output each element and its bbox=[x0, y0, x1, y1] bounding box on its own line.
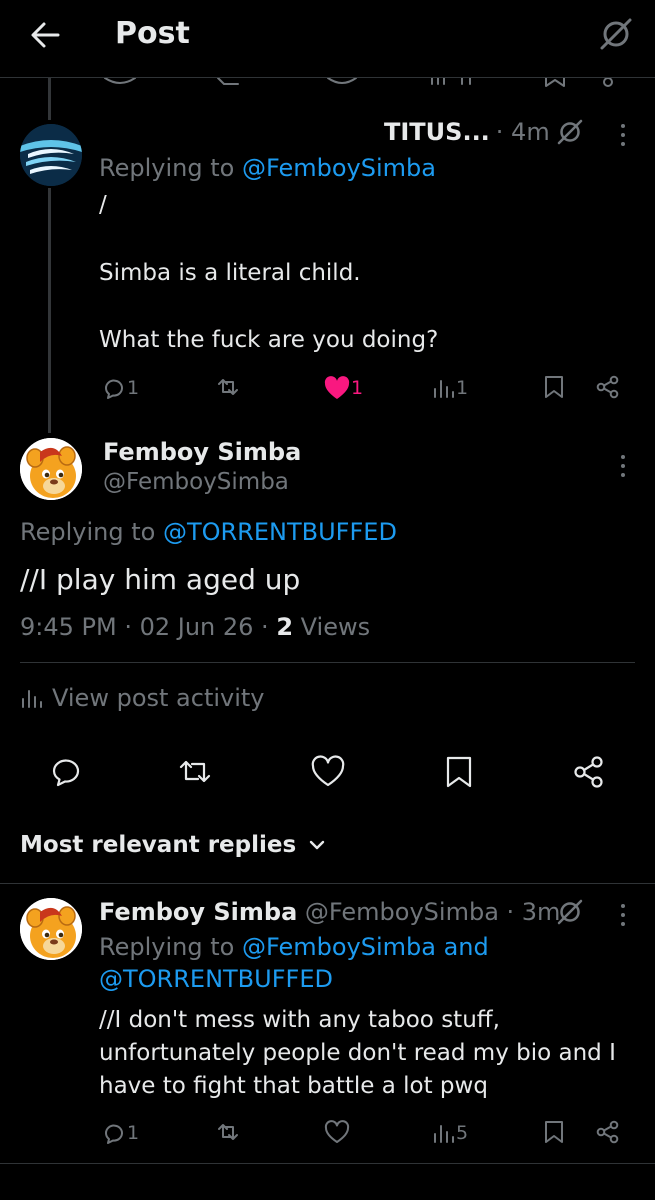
avatar[interactable] bbox=[20, 438, 82, 500]
views-count: 2 bbox=[276, 613, 294, 641]
divider bbox=[0, 1163, 655, 1164]
thread-line bbox=[48, 188, 51, 433]
view-post-activity-link[interactable]: View post activity bbox=[20, 684, 265, 712]
bookmark-button[interactable] bbox=[441, 754, 477, 790]
thread-line bbox=[48, 78, 51, 120]
share-icon bbox=[596, 375, 619, 399]
bookmark-button[interactable] bbox=[541, 374, 567, 400]
reply-icon bbox=[105, 1124, 123, 1144]
reply-button[interactable]: 1 bbox=[101, 1119, 139, 1147]
grok-button[interactable] bbox=[556, 118, 584, 146]
reply-icon bbox=[105, 379, 123, 399]
reply-text-line: //I don't mess with any taboo stuff, bbox=[99, 1007, 500, 1033]
analytics-icon bbox=[434, 380, 454, 398]
reply-text-line: have to fight that battle a lot pwq bbox=[99, 1073, 488, 1099]
display-name[interactable]: Femboy Simba bbox=[99, 898, 297, 926]
view-post-activity-label: View post activity bbox=[52, 684, 265, 712]
heart-filled-icon bbox=[324, 376, 350, 399]
mention-link[interactable]: @TORRENTBUFFED bbox=[99, 965, 333, 993]
divider bbox=[0, 883, 655, 884]
grok-icon bbox=[557, 119, 583, 145]
reply-2-header: Femboy Simba @FemboySimba · 3m bbox=[99, 898, 560, 926]
share-button[interactable] bbox=[595, 374, 621, 400]
handle[interactable]: @FemboySimba bbox=[103, 469, 289, 495]
back-button[interactable] bbox=[28, 18, 62, 52]
more-options-button[interactable] bbox=[619, 455, 627, 482]
chevron-down-icon bbox=[309, 840, 325, 850]
views-label: Views bbox=[293, 613, 371, 641]
repost-icon bbox=[218, 379, 238, 395]
grok-button[interactable] bbox=[598, 16, 634, 52]
repost-button[interactable] bbox=[176, 754, 214, 790]
replying-to: Replying to @FemboySimba and bbox=[99, 933, 489, 961]
grok-icon bbox=[600, 18, 632, 50]
more-options-button[interactable] bbox=[619, 124, 627, 151]
top-bar: Post bbox=[0, 0, 655, 78]
views-button[interactable]: 5 bbox=[432, 1119, 468, 1147]
sort-label: Most relevant replies bbox=[20, 832, 297, 858]
timestamp: · 4m bbox=[495, 118, 550, 146]
repost-button[interactable] bbox=[215, 1119, 241, 1145]
post-text: //I play him aged up bbox=[20, 563, 301, 596]
repost-icon bbox=[218, 1124, 238, 1140]
handle-and-time: @FemboySimba · 3m bbox=[304, 898, 561, 926]
post-timestamp: 9:45 PM · 02 Jun 26 · bbox=[20, 613, 277, 641]
replying-to: Replying to @TORRENTBUFFED bbox=[20, 518, 397, 546]
reply-button[interactable] bbox=[48, 754, 84, 790]
repost-button[interactable] bbox=[215, 374, 241, 400]
like-button[interactable] bbox=[323, 1119, 351, 1145]
analytics-icon bbox=[22, 690, 42, 708]
reply-count: 1 bbox=[127, 1122, 140, 1144]
reply-text-line: / bbox=[99, 192, 107, 218]
display-name[interactable]: TITUS... bbox=[384, 118, 490, 146]
analytics-icon bbox=[434, 1125, 454, 1143]
avatar[interactable] bbox=[20, 124, 82, 186]
mention-link[interactable]: @TORRENTBUFFED bbox=[163, 518, 397, 546]
avatar[interactable] bbox=[20, 898, 82, 960]
reply-text-line: unfortunately people don't read my bio a… bbox=[99, 1040, 616, 1066]
bookmark-icon bbox=[545, 1121, 563, 1143]
reply-1-header: TITUS... · 4m bbox=[384, 118, 550, 146]
share-icon bbox=[596, 1120, 619, 1144]
view-count: 1 bbox=[456, 377, 469, 399]
repost-icon bbox=[179, 760, 211, 783]
bookmark-button[interactable] bbox=[541, 1119, 567, 1145]
heart-icon bbox=[311, 755, 345, 787]
more-options-button[interactable] bbox=[619, 904, 627, 931]
share-icon bbox=[574, 756, 603, 788]
mention-link[interactable]: @FemboySimba bbox=[242, 154, 436, 182]
mention-link[interactable]: @FemboySimba and bbox=[242, 933, 489, 961]
heart-icon bbox=[324, 1120, 350, 1143]
share-button[interactable] bbox=[571, 754, 607, 790]
display-name[interactable]: Femboy Simba bbox=[103, 438, 301, 466]
like-button[interactable] bbox=[310, 754, 346, 790]
like-button[interactable]: 1 bbox=[323, 374, 363, 402]
reply-icon bbox=[52, 759, 80, 787]
reply-button[interactable]: 1 bbox=[101, 374, 139, 402]
reply-count: 1 bbox=[127, 377, 140, 399]
arrow-left-icon bbox=[31, 22, 60, 48]
like-count: 1 bbox=[351, 377, 364, 399]
reply-text-line: Simba is a literal child. bbox=[99, 260, 361, 286]
view-count: 5 bbox=[456, 1122, 469, 1144]
avatar-simba-image bbox=[20, 898, 82, 960]
grok-button[interactable] bbox=[556, 898, 584, 926]
bookmark-icon bbox=[545, 376, 563, 398]
replying-to: Replying to @FemboySimba bbox=[99, 154, 436, 182]
share-button[interactable] bbox=[595, 1119, 621, 1145]
avatar-simba-image bbox=[20, 438, 82, 500]
sort-replies-dropdown[interactable]: Most relevant replies bbox=[20, 832, 328, 858]
avatar-titus-image bbox=[20, 124, 82, 186]
bookmark-icon bbox=[446, 756, 472, 788]
post-meta: 9:45 PM · 02 Jun 26 · 2 Views bbox=[20, 613, 370, 641]
divider bbox=[20, 662, 635, 663]
views-button[interactable]: 1 bbox=[432, 374, 468, 402]
grok-icon bbox=[557, 899, 583, 925]
reply-text-line: What the fuck are you doing? bbox=[99, 327, 439, 353]
page-title: Post bbox=[115, 16, 190, 51]
